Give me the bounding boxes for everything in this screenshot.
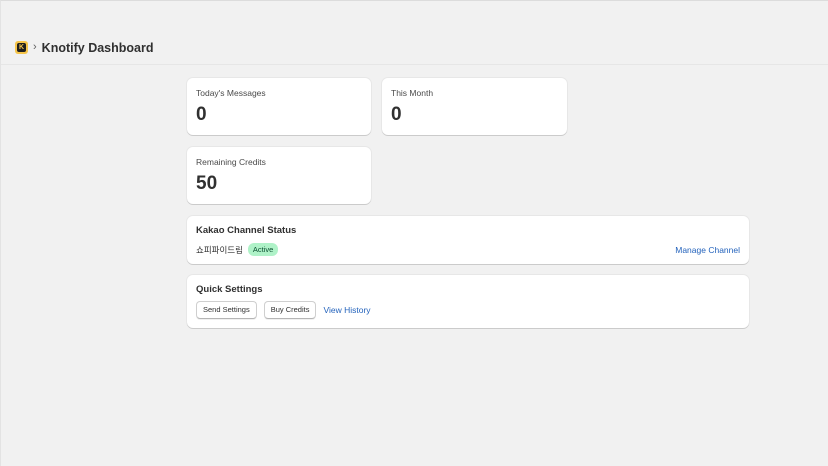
todays-messages-value: 0	[196, 104, 207, 125]
app-header: K › Knotify Dashboard	[1, 31, 828, 65]
kakao-channel-row: 쇼피파이드림 Active Manage Channel	[196, 243, 740, 256]
todays-messages-label: Today's Messages	[196, 88, 266, 98]
channel-name: 쇼피파이드림	[196, 244, 243, 255]
remaining-credits-card: Remaining Credits 50	[187, 147, 371, 204]
remaining-credits-label: Remaining Credits	[196, 157, 266, 167]
quick-settings-card: Quick Settings Send Settings Buy Credits…	[187, 275, 749, 328]
kakao-channel-info: 쇼피파이드림 Active	[196, 243, 279, 256]
status-badge: Active	[247, 243, 279, 256]
this-month-label: This Month	[391, 88, 434, 98]
kakao-channel-status-card: Kakao Channel Status 쇼피파이드림 Active Manag…	[187, 216, 749, 264]
page-title: Knotify Dashboard	[41, 40, 154, 55]
buy-credits-button[interactable]: Buy Credits	[263, 301, 317, 319]
app-logo-icon[interactable]: K	[15, 41, 28, 54]
quick-settings-actions: Send Settings Buy Credits View History	[196, 301, 740, 319]
breadcrumb-chevron-icon: ›	[33, 41, 37, 53]
kakao-channel-status-title: Kakao Channel Status	[196, 225, 297, 236]
todays-messages-card: Today's Messages 0	[187, 78, 371, 135]
app-frame: K › Knotify Dashboard Today's Messages 0…	[0, 0, 828, 466]
remaining-credits-value: 50	[196, 173, 218, 194]
view-history-link[interactable]: View History	[323, 305, 370, 315]
send-settings-button[interactable]: Send Settings	[196, 301, 257, 319]
this-month-value: 0	[391, 104, 402, 125]
app-logo-letter: K	[17, 43, 26, 52]
quick-settings-title: Quick Settings	[196, 284, 263, 295]
manage-channel-link[interactable]: Manage Channel	[675, 245, 740, 255]
this-month-card: This Month 0	[382, 78, 567, 135]
